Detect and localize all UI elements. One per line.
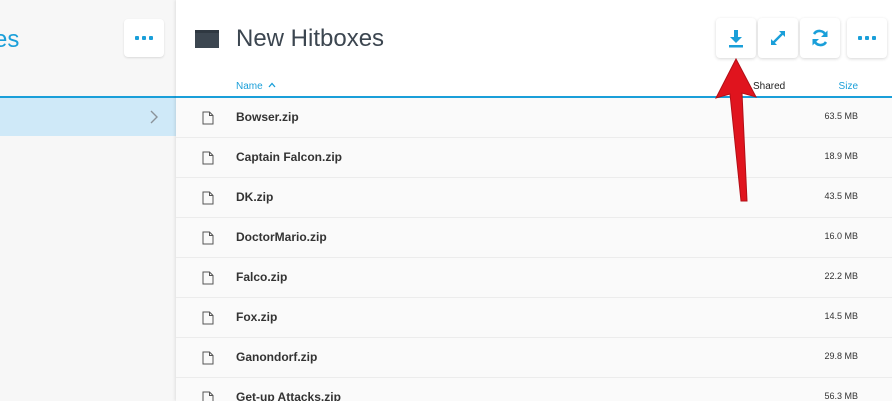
file-icon [202,271,214,285]
file-icon [202,231,214,245]
left-panel-title: es [0,26,20,53]
file-name[interactable]: Fox.zip [236,310,277,324]
expand-button[interactable] [758,18,798,58]
file-size: 22.2 MB [824,271,858,281]
file-icon [202,191,214,205]
table-row[interactable]: DK.zip 43.5 MB [176,178,892,218]
file-size: 63.5 MB [824,111,858,121]
file-name[interactable]: Get-up Attacks.zip [236,390,341,401]
chevron-right-icon [150,110,158,124]
table-row[interactable]: Captain Falcon.zip 18.9 MB [176,138,892,178]
table-row[interactable]: Bowser.zip 63.5 MB [176,98,892,138]
expand-icon [771,31,785,45]
refresh-icon [812,29,828,47]
folder-icon [195,30,219,48]
file-name[interactable]: Falco.zip [236,270,287,284]
refresh-button[interactable] [800,18,840,58]
column-header-size[interactable]: Size [839,81,858,92]
more-button[interactable] [847,18,887,58]
column-header-name-label: Name [236,81,263,92]
file-size: 43.5 MB [824,191,858,201]
file-size: 14.5 MB [824,311,858,321]
file-name[interactable]: DoctorMario.zip [236,230,327,244]
file-size: 29.8 MB [824,351,858,361]
table-row[interactable]: Ganondorf.zip 29.8 MB [176,338,892,378]
file-list: Bowser.zip 63.5 MB Captain Falcon.zip 18… [176,98,892,401]
sort-ascending-icon [268,82,276,88]
more-horizontal-icon [858,36,876,40]
file-size: 16.0 MB [824,231,858,241]
table-row[interactable]: DoctorMario.zip 16.0 MB [176,218,892,258]
file-icon [202,111,214,125]
file-icon [202,391,214,401]
left-more-button[interactable] [124,19,164,57]
column-header-name[interactable]: Name [236,81,276,92]
left-selected-item[interactable] [0,98,176,136]
column-header-shared[interactable]: Shared [753,81,785,92]
file-name[interactable]: Captain Falcon.zip [236,150,342,164]
file-name[interactable]: DK.zip [236,190,273,204]
left-panel: es [0,0,176,401]
file-name[interactable]: Bowser.zip [236,110,299,124]
file-size: 18.9 MB [824,151,858,161]
page-title: New Hitboxes [236,25,385,52]
more-horizontal-icon [135,36,139,40]
app-window: es New Hitboxes Name Shared Size Bowser.… [0,0,892,401]
file-icon [202,311,214,325]
download-icon [729,30,743,48]
file-icon [202,351,214,365]
main-panel: New Hitboxes Name Shared Size Bowser.zip… [176,0,892,401]
file-icon [202,151,214,165]
table-row[interactable]: Get-up Attacks.zip 56.3 MB [176,378,892,401]
table-row[interactable]: Falco.zip 22.2 MB [176,258,892,298]
file-name[interactable]: Ganondorf.zip [236,350,317,364]
file-size: 56.3 MB [824,391,858,401]
download-button[interactable] [716,18,756,58]
table-row[interactable]: Fox.zip 14.5 MB [176,298,892,338]
